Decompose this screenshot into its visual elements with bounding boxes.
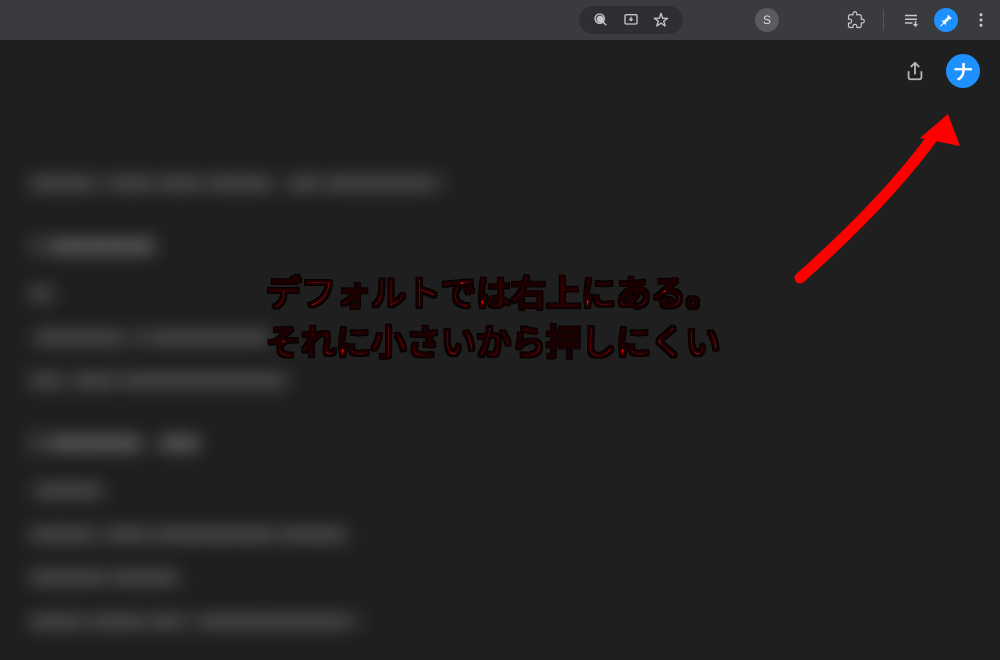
browser-toolbar: S [0,0,1000,40]
profile-avatar[interactable]: S [755,8,779,32]
blurred-line: ■■■, ■■■■-■■■■■■■■■■■■■■■. [30,361,670,401]
toolbar-divider [883,10,884,30]
reading-list-icon[interactable] [902,11,920,29]
blurred-article-body: ■■■■■■ I ■■■■ ■■■■ ■■■■■■ . ■■■ ■■■■■■■■… [30,160,670,646]
toolbar-right: S [755,8,990,32]
annotation-arrow-icon [780,108,980,288]
address-bar-actions [579,6,683,34]
avatar-letter: S [763,13,771,27]
install-icon[interactable] [623,12,639,28]
page-content: ナ ■■■■■■ I ■■■■ ■■■■ ■■■■■■ . ■■■ ■■■■■■… [0,40,1000,660]
blurred-line: ■■. [30,274,670,314]
blurred-heading: 1 ■■■■■■■■ [30,222,670,270]
app-logo-icon[interactable]: ナ [946,54,980,88]
zoom-icon[interactable] [593,12,609,28]
bookmark-star-icon[interactable] [653,12,669,28]
blurred-line: ■■■■■■, ■■■■-■■■■■■■■■■■-■■■■■■. [30,515,670,555]
blurred-line: ■■■■■-■■■■■-■■■ I ■■■■■■■■■■■■■■ I [30,602,670,642]
share-icon[interactable] [904,60,926,82]
page-top-actions: ナ [904,54,980,88]
blurred-line: ■■■■■■ I ■■■■ ■■■■ ■■■■■■ . ■■■ ■■■■■■■■… [30,164,670,204]
extensions-icon[interactable] [847,11,865,29]
blurred-heading: 2 ■■■■■■■ . ■■■ [30,419,670,467]
blurred-line: -■■■■■■■■, ■-■■■■■■■■■■■. [30,318,670,358]
app-logo-label: ナ [953,56,973,85]
blurred-line: ■■■■■■■-■■■■■■. [30,558,670,598]
pinned-extension-icon[interactable] [934,8,958,32]
blurred-line: -■■■■■■. [30,471,670,511]
kebab-menu-icon[interactable] [972,11,990,29]
